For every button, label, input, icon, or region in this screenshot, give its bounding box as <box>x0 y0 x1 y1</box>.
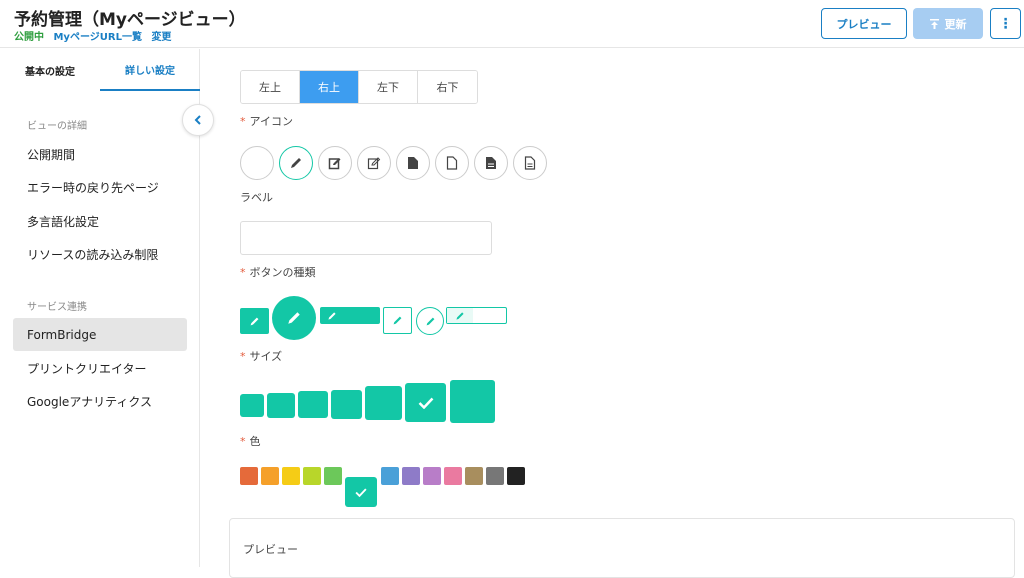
page-title: 予約管理（Myページビュー） <box>14 10 246 30</box>
preview-panel: プレビュー <box>229 518 1015 578</box>
check-icon <box>418 397 433 409</box>
color-swatch[interactable] <box>381 467 399 485</box>
button-type-circle-large[interactable] <box>272 296 316 340</box>
color-swatch[interactable] <box>402 467 420 485</box>
file-icon <box>408 157 418 169</box>
label-input[interactable] <box>240 221 492 255</box>
update-button-label: 更新 <box>944 17 967 31</box>
icon-selector <box>240 146 547 180</box>
pencil-icon <box>291 158 301 168</box>
size-option-4[interactable] <box>331 390 362 419</box>
pencil-icon <box>328 311 336 320</box>
file-outline-icon <box>446 156 458 170</box>
size-option-2[interactable] <box>267 393 295 418</box>
color-swatch[interactable] <box>423 467 441 485</box>
color-label: * 色 <box>240 435 261 448</box>
mypage-url-list-link[interactable]: MyページURL一覧 <box>53 32 141 43</box>
chevron-left-icon <box>194 115 201 125</box>
position-bottom-right[interactable]: 右下 <box>418 71 477 103</box>
icon-option-file-outline[interactable] <box>435 146 469 180</box>
color-swatch[interactable] <box>486 467 504 485</box>
color-swatch[interactable] <box>303 467 321 485</box>
button-type-bar[interactable] <box>320 307 380 324</box>
status-badge: 公開中 <box>14 32 44 43</box>
color-swatch[interactable] <box>282 467 300 485</box>
position-top-right[interactable]: 右上 <box>300 71 359 103</box>
sidebar-item-print-creator[interactable]: プリントクリエイター <box>13 352 187 385</box>
collapse-sidebar-button[interactable] <box>182 104 214 136</box>
icon-option-file-text[interactable] <box>474 146 508 180</box>
label-field-label: ラベル <box>240 191 273 204</box>
button-type-circle-outline[interactable] <box>416 307 444 335</box>
position-selector: 左上 右上 左下 右下 <box>240 70 478 104</box>
upload-icon <box>929 18 939 29</box>
main-content: 左上 右上 左下 右下 * アイコン ラベル * ボタンの種類 * サイズ * … <box>201 49 1024 578</box>
button-type-square-outline[interactable] <box>383 307 412 334</box>
check-icon <box>355 487 367 497</box>
pencil-icon <box>393 316 402 325</box>
button-type-bar-outline[interactable] <box>446 307 507 324</box>
header-sublinks: 公開中 MyページURL一覧 変更 <box>14 28 177 43</box>
icon-option-file-text-outline[interactable] <box>513 146 547 180</box>
change-link[interactable]: 変更 <box>151 32 171 43</box>
preview-button[interactable]: プレビュー <box>821 8 907 39</box>
sidebar-group-service-integration: サービス連携 <box>27 302 87 313</box>
sidebar-item-google-analytics[interactable]: Googleアナリティクス <box>13 385 187 418</box>
size-option-1[interactable] <box>240 394 264 417</box>
size-option-3[interactable] <box>298 391 328 418</box>
edit-square-outline-icon <box>367 157 381 170</box>
position-top-left[interactable]: 左上 <box>241 71 300 103</box>
button-type-square[interactable] <box>240 308 269 334</box>
edit-square-icon <box>328 158 341 170</box>
size-option-5[interactable] <box>365 386 402 420</box>
size-label: * サイズ <box>240 350 283 363</box>
tab-basic-settings[interactable]: 基本の設定 <box>0 49 100 91</box>
color-swatch-selected[interactable] <box>345 477 377 507</box>
color-swatch[interactable] <box>465 467 483 485</box>
icon-option-none[interactable] <box>240 146 274 180</box>
sidebar-item-publish-period[interactable]: 公開期間 <box>13 138 187 171</box>
icon-option-edit-square-outline[interactable] <box>357 146 391 180</box>
position-bottom-left[interactable]: 左下 <box>359 71 418 103</box>
preview-title: プレビュー <box>243 543 298 556</box>
file-text-icon <box>486 157 496 169</box>
color-swatch[interactable] <box>240 467 258 485</box>
sidebar-item-multilanguage[interactable]: 多言語化設定 <box>13 205 187 238</box>
icon-option-edit-square[interactable] <box>318 146 352 180</box>
file-text-outline-icon <box>524 156 536 170</box>
sidebar-item-error-return-page[interactable]: エラー時の戻り先ページ <box>13 171 187 204</box>
button-type-label: * ボタンの種類 <box>240 266 316 279</box>
icon-option-pencil[interactable] <box>279 146 313 180</box>
size-option-7[interactable] <box>450 380 495 423</box>
pencil-icon <box>426 317 434 325</box>
update-button[interactable]: 更新 <box>913 8 983 39</box>
header: 予約管理（Myページビュー） 公開中 MyページURL一覧 変更 プレビュー 更… <box>0 0 1024 48</box>
more-menu-button[interactable]: ⋮ <box>990 8 1021 39</box>
color-swatch[interactable] <box>261 467 279 485</box>
sidebar: 基本の設定 詳しい設定 ビューの詳細 公開期間 エラー時の戻り先ページ 多言語化… <box>0 49 200 567</box>
sidebar-item-resource-limit[interactable]: リソースの読み込み制限 <box>13 238 187 271</box>
sidebar-item-formbridge[interactable]: FormBridge <box>13 318 187 351</box>
icon-label: * アイコン <box>240 115 293 128</box>
size-option-6-selected[interactable] <box>405 383 446 422</box>
color-swatch[interactable] <box>507 467 525 485</box>
sidebar-tabs: 基本の設定 詳しい設定 <box>0 49 200 91</box>
pencil-icon <box>288 312 300 324</box>
color-swatch[interactable] <box>324 467 342 485</box>
pencil-icon <box>250 317 259 325</box>
pencil-icon <box>456 311 464 320</box>
bar-outline-icon-cell <box>447 308 473 323</box>
icon-option-file[interactable] <box>396 146 430 180</box>
color-swatch[interactable] <box>444 467 462 485</box>
sidebar-group-view-details: ビューの詳細 <box>27 121 87 132</box>
tab-detailed-settings[interactable]: 詳しい設定 <box>100 49 200 91</box>
